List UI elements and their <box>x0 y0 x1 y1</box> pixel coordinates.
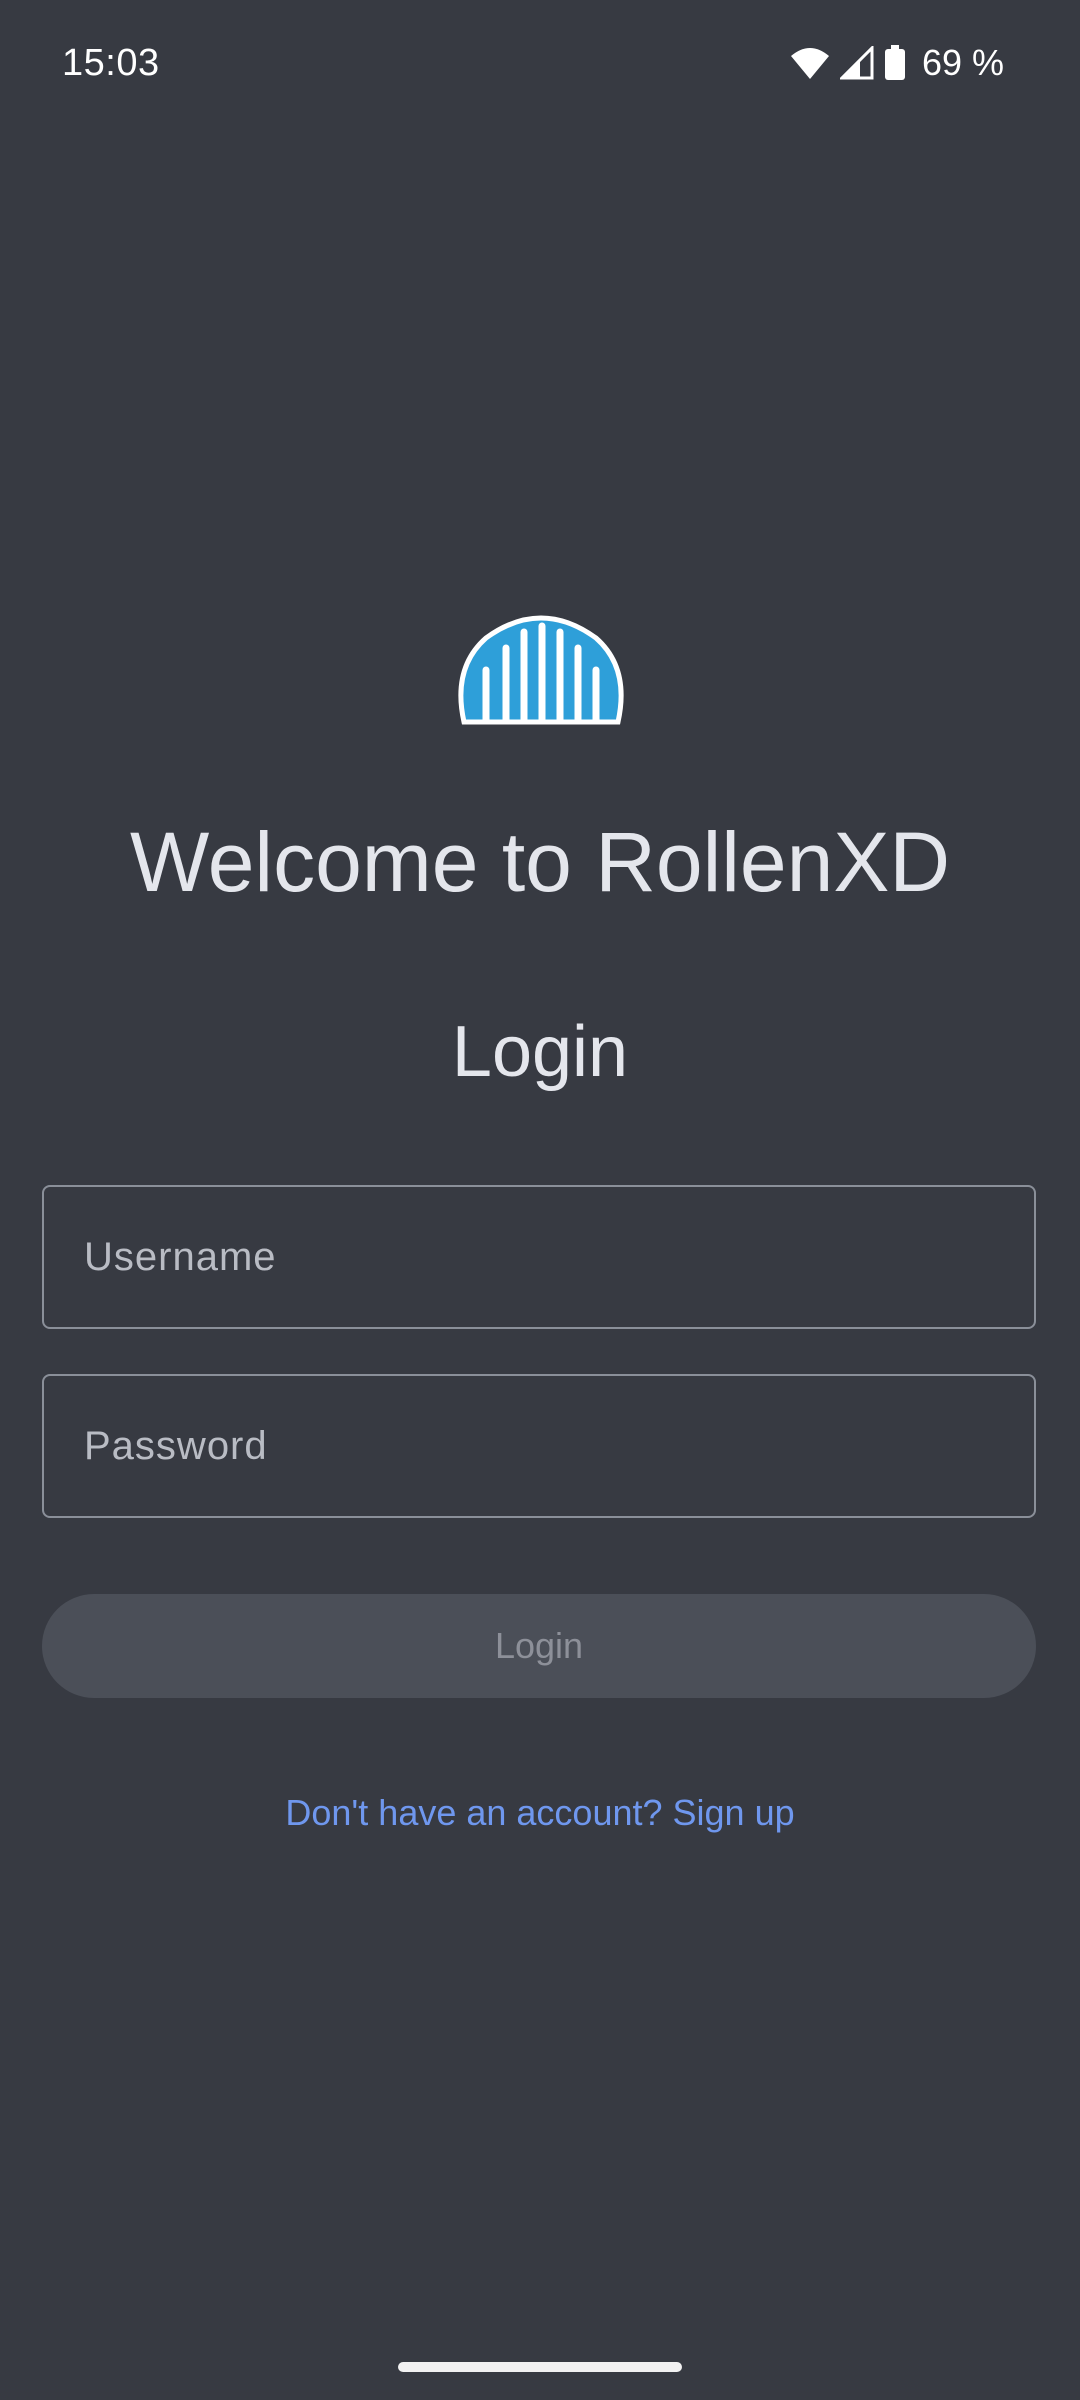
status-bar: 15:03 69 % <box>0 0 1080 126</box>
home-indicator[interactable] <box>398 2362 682 2372</box>
login-button[interactable]: Login <box>42 1594 1036 1698</box>
wifi-icon <box>790 46 830 80</box>
battery-percentage: 69 % <box>921 42 1004 83</box>
username-input[interactable] <box>44 1187 1034 1327</box>
password-field[interactable] <box>42 1374 1036 1518</box>
login-screen: 15:03 69 % Welcome to RollenXD Login Use… <box>0 0 1080 2400</box>
login-heading: Login <box>451 1012 629 1092</box>
status-time: 15:03 <box>62 42 160 84</box>
welcome-title: Welcome to RollenXD <box>129 815 951 909</box>
status-icons: 69 % <box>790 40 1004 86</box>
password-input[interactable] <box>44 1376 1034 1516</box>
signup-link[interactable]: Don't have an account? Sign up <box>0 1786 1080 1840</box>
battery-icon <box>884 45 906 81</box>
signal-icon <box>839 46 874 80</box>
username-field[interactable] <box>42 1185 1036 1329</box>
rollenxd-logo-icon <box>456 608 626 728</box>
